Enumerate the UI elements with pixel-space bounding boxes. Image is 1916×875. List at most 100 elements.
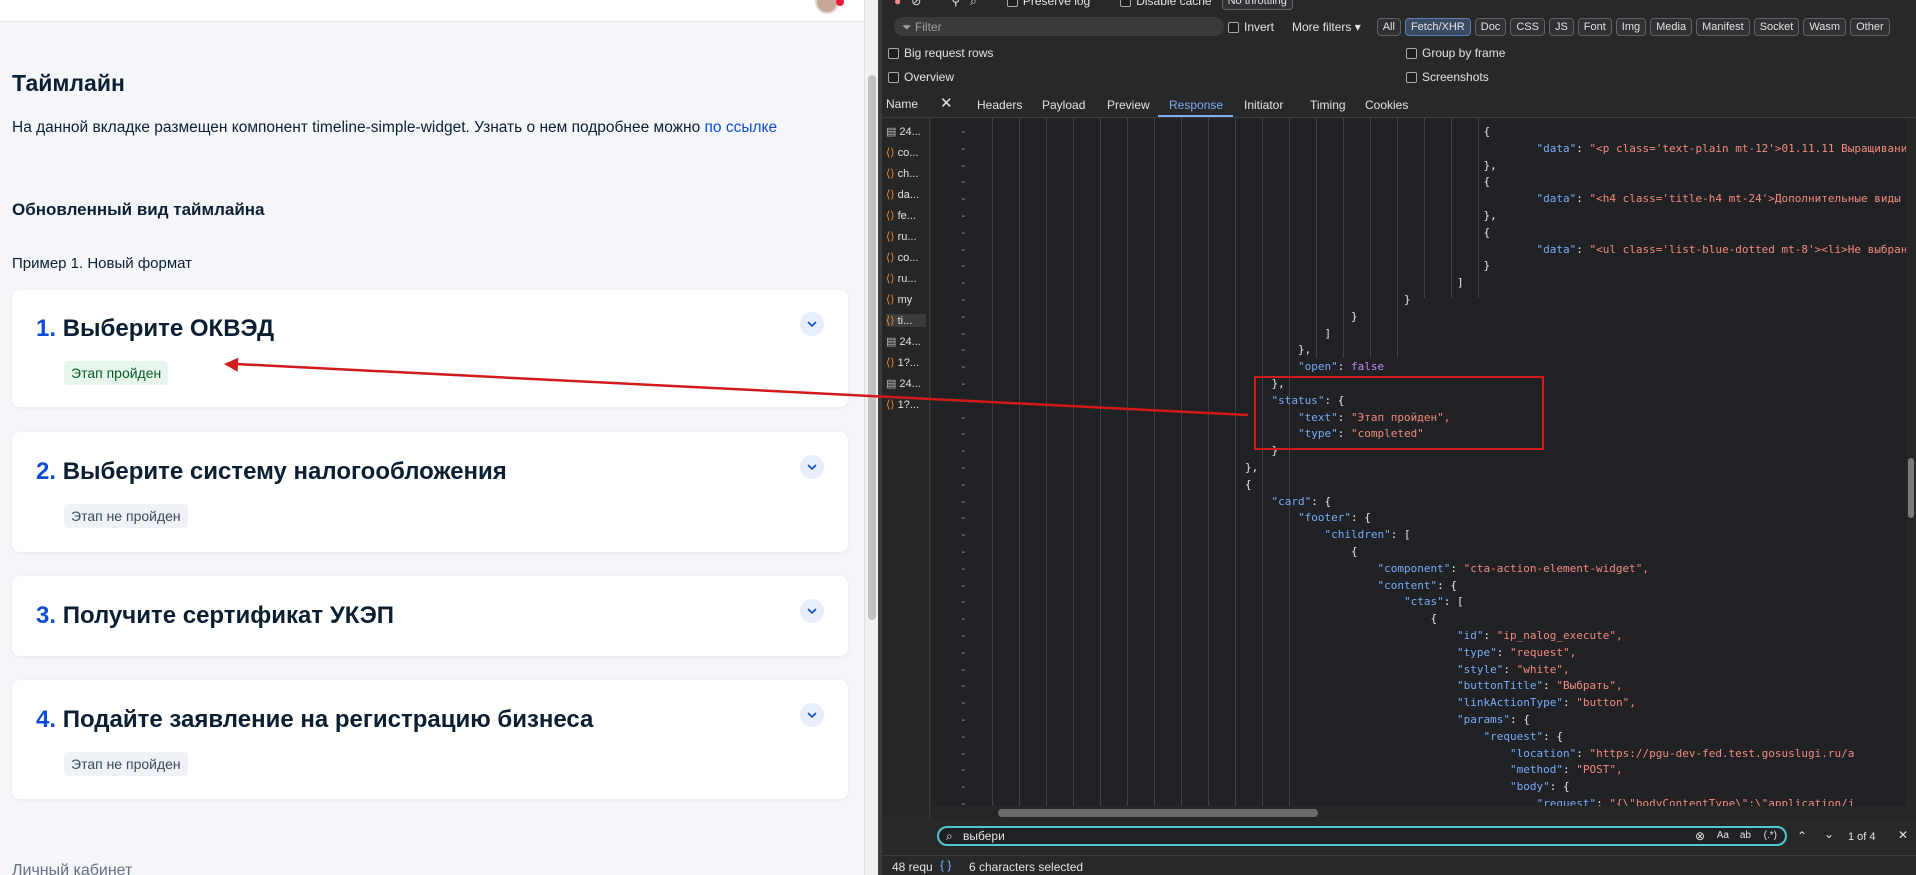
- json-value: {: [1523, 713, 1530, 726]
- throttling-select[interactable]: No throttling: [1221, 0, 1293, 10]
- search-icon[interactable]: ⌕: [970, 0, 977, 9]
- line-gutter: -: [960, 192, 967, 206]
- tab-response[interactable]: Response: [1169, 98, 1223, 112]
- scrollbar-thumb[interactable]: [1908, 458, 1914, 518]
- type-filter[interactable]: Socket: [1753, 18, 1800, 36]
- footer-link[interactable]: Личный кабинет: [12, 862, 132, 875]
- more-filters-button[interactable]: More filters ▾: [1292, 20, 1361, 34]
- json-key: "card": [1271, 494, 1312, 508]
- request-row[interactable]: ⟨⟩ 1?...: [886, 398, 919, 411]
- type-filter[interactable]: Manifest: [1696, 18, 1750, 36]
- request-row[interactable]: ▤ 24...: [886, 335, 921, 348]
- close-icon[interactable]: ✕: [940, 94, 953, 112]
- type-filter[interactable]: All: [1376, 18, 1401, 36]
- filter-input[interactable]: ⏷ Filter: [894, 17, 1224, 36]
- json-key: "location": [1510, 746, 1577, 760]
- clear-search-icon[interactable]: ⊗: [1695, 829, 1705, 843]
- request-row[interactable]: ⟨⟩ 1?...: [886, 356, 919, 369]
- request-row[interactable]: ⟨⟩ ru...: [886, 230, 917, 243]
- filter-icon[interactable]: ⚲: [951, 0, 960, 8]
- disable-cache-checkbox[interactable]: [1120, 0, 1132, 8]
- type-filter[interactable]: Doc: [1474, 18, 1507, 36]
- whole-word-icon[interactable]: ab: [1740, 830, 1751, 841]
- request-row[interactable]: ⟨⟩ my: [886, 293, 912, 306]
- chevron-down-icon[interactable]: ⌄: [1824, 827, 1834, 841]
- json-key: "content": [1377, 578, 1438, 592]
- chevron-up-icon[interactable]: ⌃: [1797, 829, 1807, 843]
- page-scrollbar[interactable]: [864, 0, 878, 875]
- timeline-step[interactable]: 4. Подайте заявление на регистрацию бизн…: [12, 680, 848, 799]
- type-filter[interactable]: JS: [1548, 18, 1574, 36]
- request-row[interactable]: ⟨⟩ co...: [886, 251, 918, 264]
- json-value: [: [1403, 528, 1411, 542]
- json-punct: :: [1509, 713, 1524, 726]
- search-input[interactable]: ⌕ выбери ⊗ Aa ab (.*): [937, 826, 1787, 846]
- scrollbar-thumb[interactable]: [998, 809, 1318, 817]
- type-filter[interactable]: Media: [1650, 18, 1693, 36]
- group-frame-checkbox[interactable]: [1406, 48, 1417, 60]
- chevron-down-icon[interactable]: [800, 599, 824, 623]
- json-key: "style": [1457, 662, 1504, 676]
- request-row[interactable]: ⟨⟩ co...: [886, 146, 918, 159]
- indent-guide: [1181, 118, 1182, 806]
- chevron-down-icon[interactable]: [800, 703, 824, 727]
- timeline-step[interactable]: 2. Выберите систему налогообложения Этап…: [12, 432, 848, 552]
- type-filter[interactable]: Img: [1615, 18, 1647, 36]
- request-row[interactable]: ⟨⟩ ti...: [886, 314, 926, 327]
- page-description: На данной вкладке размещен компонент tim…: [12, 119, 777, 137]
- regex-toggle[interactable]: (.*): [1764, 830, 1777, 841]
- screenshots-checkbox[interactable]: [1406, 72, 1417, 84]
- request-row[interactable]: ▤ 24...: [886, 125, 921, 138]
- json-key: "buttonTitle": [1457, 679, 1544, 693]
- type-filter-bar: Invert More filters ▾ All Fetch/XHR Doc …: [1228, 18, 1916, 36]
- tab-payload[interactable]: Payload: [1042, 98, 1085, 112]
- type-filter[interactable]: Font: [1577, 18, 1612, 36]
- request-row[interactable]: ▤ 24...: [886, 377, 921, 390]
- timeline-step[interactable]: 3. Получите сертификат УКЭП: [12, 576, 848, 656]
- search-value: выбери: [963, 829, 1005, 843]
- type-filter[interactable]: Other: [1850, 18, 1890, 36]
- chevron-down-icon[interactable]: [800, 312, 824, 336]
- tab-headers[interactable]: Headers: [977, 98, 1022, 112]
- clear-icon[interactable]: ⊘: [911, 0, 921, 8]
- tab-timing[interactable]: Timing: [1310, 98, 1346, 112]
- line-gutter: -: [960, 629, 967, 642]
- response-viewer[interactable]: - {- "data": "<p class='text-plain mt-12'>…: [932, 118, 1916, 806]
- timeline-step[interactable]: 1. Выберите ОКВЭД Этап пройден: [12, 290, 848, 407]
- scrollbar-thumb[interactable]: [868, 75, 876, 620]
- json-value: "Выбрать",: [1556, 679, 1623, 693]
- code-line: {: [1351, 545, 1358, 558]
- close-icon[interactable]: ✕: [1898, 828, 1908, 842]
- screenshots-label: Screenshots: [1422, 70, 1489, 84]
- request-row[interactable]: ⟨⟩ ch...: [886, 167, 918, 180]
- tab-preview[interactable]: Preview: [1107, 98, 1150, 112]
- vertical-scrollbar[interactable]: [1906, 118, 1916, 806]
- type-filter[interactable]: Fetch/XHR: [1404, 18, 1471, 36]
- match-case-toggle[interactable]: Aa: [1717, 830, 1729, 841]
- request-row[interactable]: ⟨⟩ fe...: [886, 209, 916, 222]
- code-line: "data": "<ul class='list-blue-dotted mt-…: [1537, 243, 1916, 256]
- pretty-print-icon[interactable]: { }: [940, 858, 951, 872]
- name-column-header[interactable]: Name: [886, 97, 918, 111]
- request-row[interactable]: ⟨⟩ ru...: [886, 272, 917, 285]
- details-link[interactable]: по ссылке: [705, 119, 778, 136]
- line-gutter: -: [960, 125, 967, 138]
- tab-cookies[interactable]: Cookies: [1365, 98, 1408, 112]
- tab-initiator[interactable]: Initiator: [1244, 98, 1283, 112]
- type-filter[interactable]: CSS: [1510, 18, 1545, 36]
- highlight-box: [1254, 376, 1544, 450]
- code-line: {: [1430, 612, 1438, 626]
- horizontal-scrollbar[interactable]: [932, 806, 1916, 820]
- chevron-down-icon[interactable]: [800, 455, 824, 479]
- type-filter[interactable]: Wasm: [1803, 18, 1847, 36]
- big-rows-checkbox[interactable]: [888, 48, 899, 60]
- indent-guide: [1235, 118, 1236, 806]
- preserve-log-checkbox[interactable]: [1006, 0, 1018, 8]
- request-row[interactable]: ⟨⟩ da...: [886, 188, 919, 201]
- invert-checkbox[interactable]: [1228, 22, 1239, 34]
- overview-checkbox[interactable]: [888, 72, 899, 84]
- line-gutter: -: [960, 713, 967, 726]
- json-punct: :: [1450, 561, 1464, 575]
- request-name: 24...: [899, 378, 921, 390]
- record-icon[interactable]: ●: [894, 0, 901, 8]
